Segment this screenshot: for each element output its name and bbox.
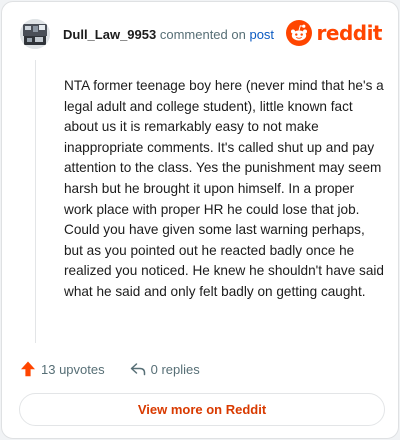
comment-meta: Dull_Law_9953 commented on post (63, 27, 274, 42)
user-avatar-icon[interactable] (20, 19, 50, 49)
replies-count: 0 replies (150, 361, 200, 377)
comment-body: NTA former teenage boy here (never mind … (64, 78, 384, 299)
reply-arrow-icon (129, 360, 147, 378)
post-link[interactable]: post (249, 27, 274, 42)
commented-on-text: commented on (159, 27, 246, 42)
upvotes-count: 13 upvotes (41, 361, 105, 377)
username-link[interactable]: Dull_Law_9953 (63, 27, 156, 42)
upvote-arrow-icon (19, 360, 37, 378)
thread-line[interactable] (35, 60, 36, 343)
upvote-button[interactable]: 13 upvotes (19, 360, 105, 378)
reddit-wordmark: reddit (316, 21, 383, 45)
comment-embed-card: Dull_Law_9953 commented on post reddit N… (1, 1, 399, 439)
reddit-logo-icon (285, 20, 312, 46)
view-more-on-reddit-button[interactable]: View more on Reddit (19, 393, 385, 426)
comment-actions: 13 upvotes 0 replies (19, 358, 200, 380)
reddit-brand[interactable]: reddit (285, 19, 383, 47)
comment-header: Dull_Law_9953 commented on post reddit (20, 19, 383, 53)
replies-button[interactable]: 0 replies (129, 360, 200, 378)
